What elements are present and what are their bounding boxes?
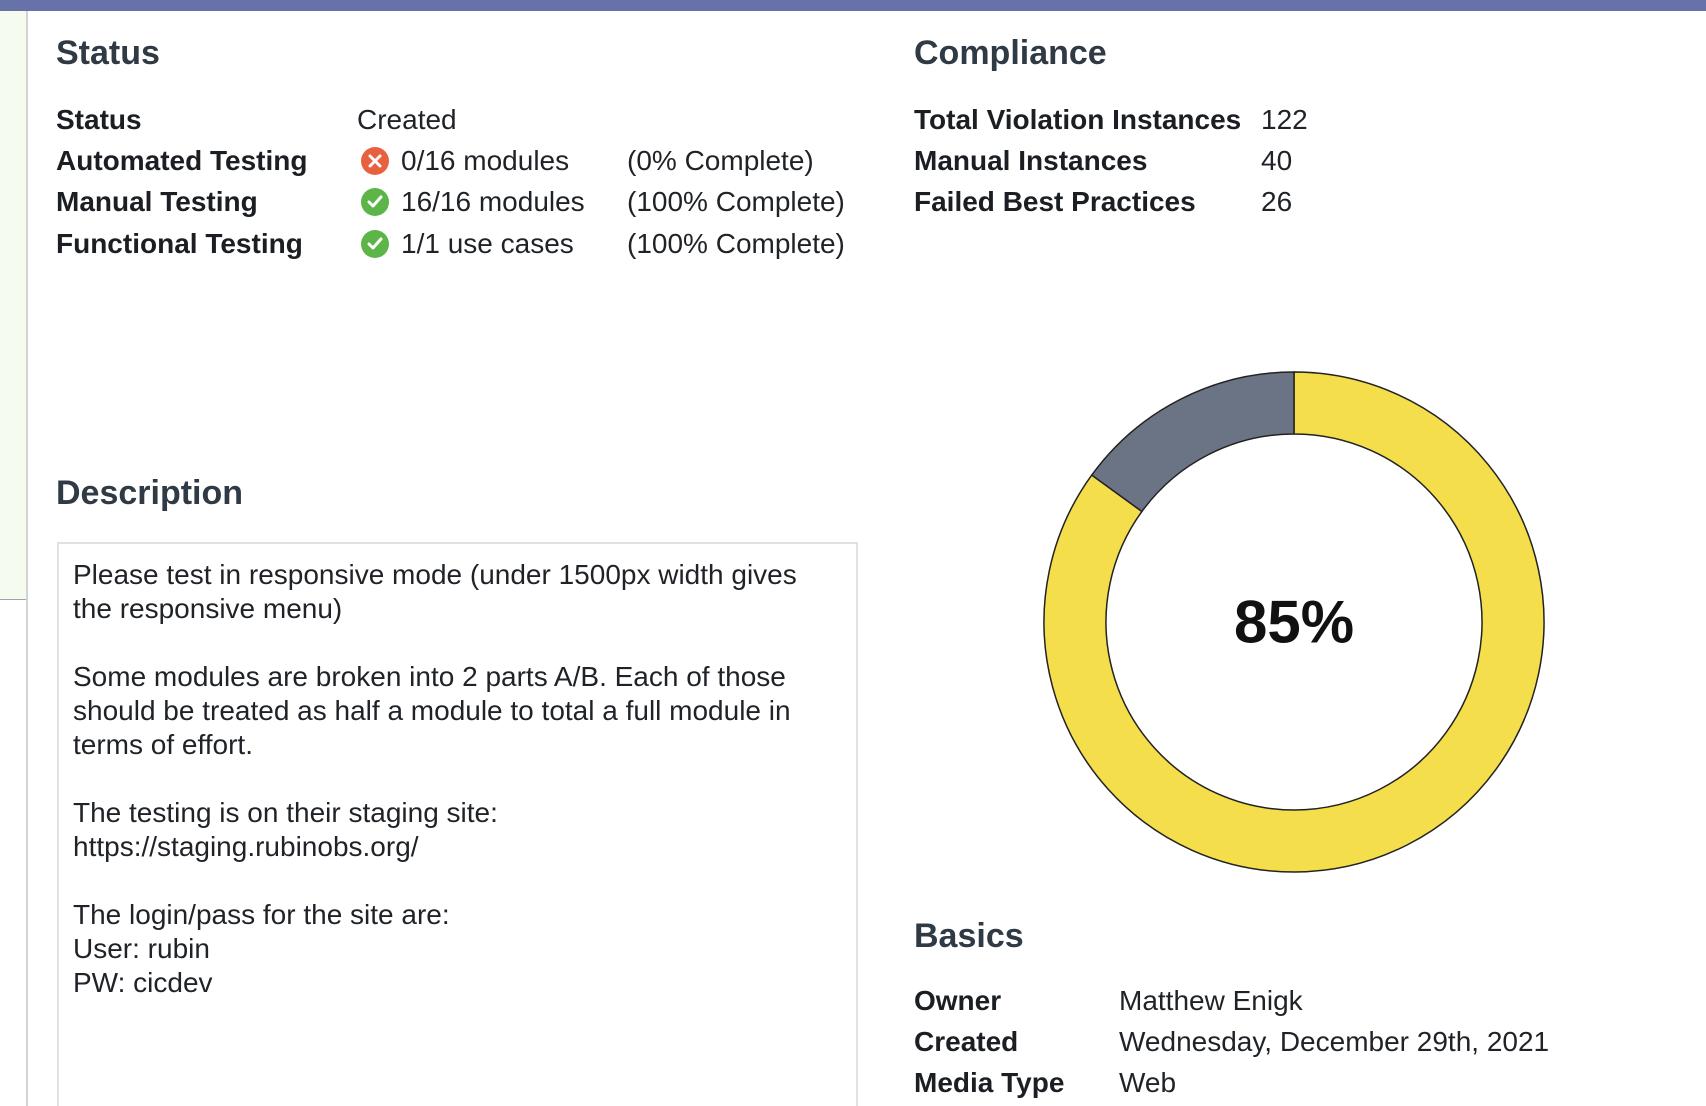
status-label: Status (56, 104, 142, 135)
functional-testing-label: Functional Testing (56, 228, 303, 259)
description-line: User: rubin (73, 933, 210, 964)
check-icon (361, 188, 389, 216)
automated-testing-percent: (0% Complete) (627, 145, 814, 176)
owner-label: Owner (914, 985, 1002, 1016)
donut-slice-1 (1090, 371, 1295, 513)
automated-testing-value: 0/16 modules (401, 145, 570, 176)
manual-testing-label: Manual Testing (56, 186, 258, 217)
compliance-donut-chart: 85% (1043, 371, 1545, 873)
description-line: the responsive menu) (73, 593, 343, 624)
basics-heading: Basics (914, 917, 1024, 955)
automated-testing-label: Automated Testing (56, 145, 308, 176)
created-value: Wednesday, December 29th, 2021 (1119, 1026, 1550, 1057)
description-line: should be treated as half a module to to… (73, 695, 791, 726)
failed-best-practices-label: Failed Best Practices (914, 186, 1196, 217)
description-link: https://staging.rubinobs.org/ (73, 831, 419, 862)
manual-instances-value: 40 (1261, 145, 1293, 176)
fail-x-icon (361, 147, 389, 175)
failed-best-practices-value: 26 (1261, 186, 1293, 217)
description-heading: Description (56, 474, 244, 512)
description-line: The login/pass for the site are: (73, 899, 450, 930)
manual-testing-value: 16/16 modules (401, 186, 585, 217)
media-type-label: Media Type (914, 1067, 1065, 1098)
check-icon (361, 230, 389, 258)
functional-testing-percent: (100% Complete) (627, 228, 845, 259)
status-heading: Status (56, 34, 160, 72)
top-accent-bar (0, 0, 1706, 11)
description-line: Please test in responsive mode (under 15… (73, 559, 797, 590)
functional-testing-value: 1/1 use cases (401, 228, 574, 259)
total-violation-instances-value: 122 (1261, 104, 1308, 135)
description-line: PW: cicdev (73, 967, 213, 998)
donut-center-label: 85% (1234, 589, 1354, 656)
created-label: Created (914, 1026, 1019, 1057)
left-panel-divider (0, 599, 27, 600)
left-border (26, 11, 28, 1106)
description-line: Some modules are broken into 2 parts A/B… (73, 661, 786, 692)
left-side-panel (0, 11, 27, 600)
manual-testing-percent: (100% Complete) (627, 186, 845, 217)
description-line: The testing is on their staging site: (73, 797, 498, 828)
description-line: terms of effort. (73, 729, 253, 760)
status-value: Created (357, 104, 457, 135)
total-violation-instances-label: Total Violation Instances (914, 104, 1242, 135)
owner-value: Matthew Enigk (1119, 985, 1303, 1016)
compliance-heading: Compliance (914, 34, 1107, 72)
manual-instances-label: Manual Instances (914, 145, 1148, 176)
media-type-value: Web (1119, 1067, 1177, 1098)
